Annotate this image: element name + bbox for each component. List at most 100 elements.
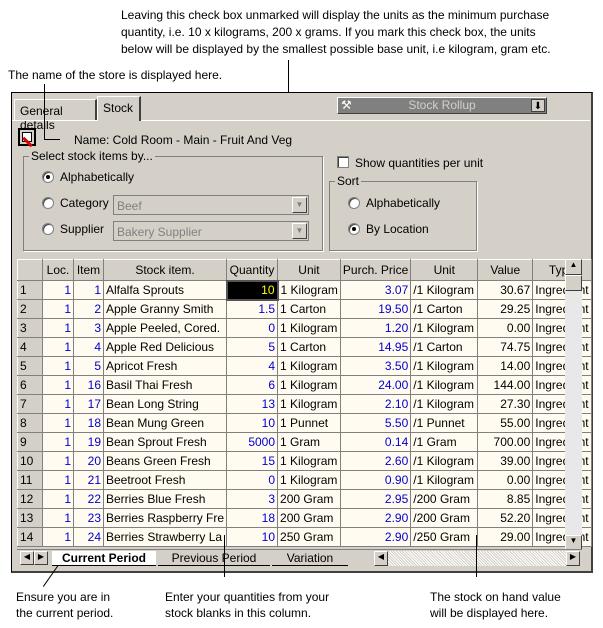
grid-cell: 1 [42, 394, 74, 414]
tab-scroll-right-icon[interactable]: ▶ [34, 551, 48, 565]
radio-sort-alphabetically[interactable] [348, 197, 360, 209]
column-header[interactable]: Loc. [42, 259, 74, 281]
grid-cell: 1 [42, 375, 74, 395]
grid-cell[interactable]: 18 [226, 508, 279, 528]
grid-cell: 1 [42, 299, 74, 319]
column-header[interactable]: Unit [277, 259, 341, 281]
column-header[interactable]: Item [73, 259, 104, 281]
grid-cell: /1 Kilogram [410, 394, 479, 414]
table-row[interactable]: 10 1 20 Beans Green Fresh 15 1 Kilogram 2.60/1… [17, 451, 592, 471]
radio-alphabetically[interactable] [42, 171, 54, 183]
column-header[interactable]: Stock item. [102, 259, 228, 281]
grid-cell: 1.20 [339, 318, 412, 338]
scroll-right-icon[interactable]: ▶ [566, 551, 580, 566]
grid-cell: Ingredient [532, 337, 592, 357]
grid-cell: 3.50 [339, 356, 412, 376]
category-value: Beef [117, 199, 142, 213]
table-row[interactable]: 14 1 24 Berries Strawberry La 10 250 Gram 2.90… [17, 527, 592, 547]
tab-stock[interactable]: Stock [97, 96, 141, 121]
grid-cell: 250 Gram [277, 527, 341, 547]
scroll-left-icon[interactable]: ◀ [374, 551, 388, 566]
category-select[interactable]: Beef ▼ [113, 195, 309, 215]
grid-cell: 19 [73, 432, 104, 452]
grid-cell: Beetroot Fresh [102, 470, 228, 490]
grid-cell[interactable]: 1.5 [226, 299, 279, 319]
grid-cell: 1 Kilogram [277, 280, 341, 300]
grid-cell: 0.00 [477, 470, 534, 490]
grid-cell: Bean Long String [102, 394, 228, 414]
grid-cell: Ingredient [532, 413, 592, 433]
grid-cell: 1 [42, 527, 74, 547]
grid-cell: 2 [73, 299, 104, 319]
grid-cell[interactable]: 10 [226, 413, 279, 433]
grid-cell[interactable]: 3 [226, 489, 279, 509]
grid-cell[interactable]: 15 [226, 451, 279, 471]
row-number: 5 [17, 356, 43, 376]
scroll-up-icon[interactable]: ▲ [565, 259, 582, 275]
sort-title: Sort [335, 174, 362, 188]
tab-general-details[interactable]: General details [14, 99, 97, 132]
table-row[interactable]: 13 1 23 Berries Raspberry Fre 18 200 Gram 2.90… [17, 508, 592, 528]
radio-category[interactable] [42, 197, 54, 209]
grid-cell: /1 Kilogram [410, 280, 479, 300]
table-row[interactable]: 9 1 19 Bean Sprout Fresh 5000 1 Gram 0.14/1 Gr… [17, 432, 592, 452]
grid-cell[interactable]: 5 [226, 337, 279, 357]
tab-variation[interactable]: Variation [272, 551, 348, 566]
grid-cell: 1 [42, 337, 74, 357]
grid-cell[interactable]: 10 [226, 527, 279, 547]
grid-cell: Ingredient [532, 356, 592, 376]
radio-supplier-label: Supplier [60, 222, 105, 236]
grid-cell: 74.75 [477, 337, 534, 357]
tab-scroll-left-icon[interactable]: ◀ [20, 551, 34, 565]
table-row[interactable]: 5 1 5 Apricot Fresh 4 1 Kilogram 3.50/1 Kilogr… [17, 356, 592, 376]
grid-cell: 1 Kilogram [277, 356, 341, 376]
column-header[interactable]: Type [532, 259, 592, 281]
column-header[interactable]: Value [477, 259, 534, 281]
table-row[interactable]: 8 1 18 Bean Mung Green 10 1 Punnet 5.50/1 Punn… [17, 413, 592, 433]
scroll-thumb[interactable] [565, 275, 582, 291]
vertical-scrollbar[interactable]: ▲ ▼ [565, 259, 582, 551]
supplier-select[interactable]: Bakery Supplier ▼ [113, 221, 309, 241]
grid-cell[interactable]: 6 [226, 375, 279, 395]
grid-cell: /1 Gram [410, 432, 479, 452]
checkbox-note-line-3: below will be displayed by the smallest … [121, 42, 551, 56]
grid-cell[interactable]: 0 [226, 470, 279, 490]
table-row[interactable]: 7 1 17 Bean Long String 13 1 Kilogram 2.10/1 K… [17, 394, 592, 414]
edit-store-button[interactable] [18, 128, 36, 148]
table-row[interactable]: 11 1 21 Beetroot Fresh 0 1 Kilogram 0.90/1 Kil… [17, 470, 592, 490]
grid-cell: 2.10 [339, 394, 412, 414]
row-number: 8 [17, 413, 43, 433]
grid-cell: Beans Green Fresh [102, 451, 228, 471]
radio-supplier[interactable] [42, 223, 54, 235]
tab-current-period[interactable]: Current Period [52, 551, 156, 566]
grid-cell[interactable]: 0 [226, 318, 279, 338]
radio-sort-by-location[interactable] [348, 223, 360, 235]
column-header[interactable]: Quantity [226, 259, 279, 281]
table-row[interactable]: 12 1 22 Berries Blue Fresh 3 200 Gram 2.95/200… [17, 489, 592, 509]
grid-cell[interactable]: 5000 [226, 432, 279, 452]
grid-cell: 2.90 [339, 508, 412, 528]
column-header[interactable]: Unit [410, 259, 479, 281]
tab-previous-period[interactable]: Previous Period [158, 551, 270, 566]
grid-cell: 1 [42, 413, 74, 433]
show-qty-per-unit-checkbox[interactable] [337, 156, 349, 168]
grid-cell[interactable]: 4 [226, 356, 279, 376]
table-row[interactable]: 3 1 3 Apple Peeled, Cored. 0 1 Kilogram 1.20/1… [17, 318, 592, 338]
grid-cell: 3.07 [339, 280, 412, 300]
horizontal-scrollbar[interactable]: ◀ ▶ [374, 551, 580, 566]
grid-cell: 1 Carton [277, 299, 341, 319]
table-row[interactable]: 1 1 1 Alfalfa Sprouts 10 1 Kilogram 3.07/1 Kil… [17, 279, 592, 301]
grid-cell[interactable]: 13 [226, 394, 279, 414]
column-header[interactable] [17, 259, 43, 281]
grid-cell[interactable]: 10 [225, 279, 279, 301]
grid-cell: 1 [73, 280, 104, 300]
arrow-down-icon: ⬇ [531, 99, 545, 112]
table-row[interactable]: 6 1 16 Basil Thai Fresh 6 1 Kilogram 24.00/1 K… [17, 375, 592, 395]
column-header[interactable]: Purch. Price [339, 259, 412, 281]
stock-rollup-dropdown[interactable]: ⚒ Stock Rollup ⬇ [337, 97, 547, 114]
checkbox-note-line-1: Leaving this check box unmarked will dis… [121, 8, 550, 22]
grid-cell: 29.25 [477, 299, 534, 319]
table-row[interactable]: 4 1 4 Apple Red Delicious 5 1 Carton 14.95/1 C… [17, 337, 592, 357]
grid-cell: 18 [73, 413, 104, 433]
table-row[interactable]: 2 1 2 Apple Granny Smith 1.5 1 Carton 19.50/1 … [17, 299, 592, 319]
